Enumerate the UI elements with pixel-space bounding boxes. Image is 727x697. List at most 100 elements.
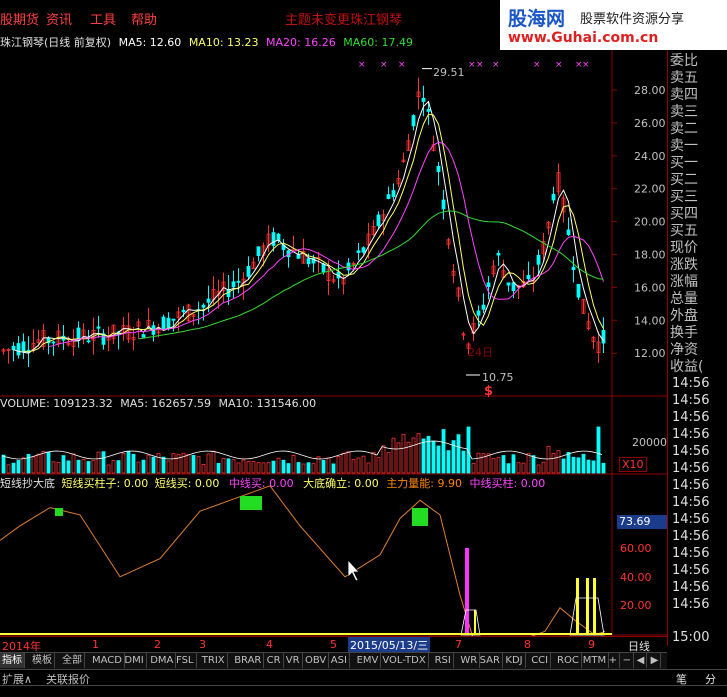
candle-body	[576, 283, 581, 298]
volume-bar	[171, 453, 176, 474]
menu-help[interactable]: 帮助	[131, 9, 157, 28]
tick-time: 14:56	[672, 393, 710, 408]
volume-bar	[46, 452, 51, 474]
bottom-shape	[460, 609, 481, 636]
volume-bar	[476, 452, 481, 474]
volume-bar	[531, 455, 536, 474]
tab-[interactable]: ▶	[649, 653, 662, 668]
volume-bar	[461, 450, 466, 474]
volume-bar	[271, 460, 276, 474]
tab-sar[interactable]: SAR	[478, 653, 503, 668]
buy-signal-block	[55, 508, 63, 516]
ma5-value: MA5: 12.60	[118, 36, 182, 49]
tab-dmi[interactable]: DMI	[122, 653, 147, 668]
volume-bar	[81, 459, 86, 474]
volume-bar	[11, 462, 16, 474]
candle-body	[86, 340, 91, 343]
price-tick-label: 28.00	[634, 84, 666, 97]
volume-bar	[266, 462, 271, 474]
tab-kdj[interactable]: KDJ	[503, 653, 526, 668]
indicator-name: 短线抄大底	[0, 477, 55, 490]
selected-date[interactable]: 2015/05/13/三	[348, 637, 431, 653]
candle-body	[526, 275, 531, 280]
menu-news[interactable]: 资讯	[46, 9, 72, 28]
candle-body	[536, 254, 541, 265]
tab-[interactable]: 模板	[30, 653, 55, 668]
candle-body	[231, 281, 236, 288]
time-label-4: 4	[266, 638, 273, 651]
status-strip	[0, 685, 727, 697]
tick-time: 14:56	[672, 563, 710, 578]
volume-bar	[191, 454, 196, 474]
tab-emv[interactable]: EMV	[355, 653, 382, 668]
tab-voltdx[interactable]: VOL-TDX	[380, 653, 429, 668]
menu-tools[interactable]: 工具	[90, 9, 116, 28]
tab-mtm[interactable]: MTM	[581, 653, 610, 668]
tick-time: 14:56	[672, 478, 710, 493]
banner-url: www.Guhai.com.cn	[508, 30, 659, 46]
volume-bar	[111, 460, 116, 474]
tab-asi[interactable]: ASI	[329, 653, 350, 668]
main-force-bar	[465, 548, 469, 634]
tab-cr[interactable]: CR	[265, 653, 284, 668]
signal-bar	[593, 578, 596, 634]
candle-body	[236, 280, 241, 283]
tab-[interactable]: 全部	[60, 653, 85, 668]
volume-bar	[66, 460, 71, 474]
tick-time: 15:00	[672, 630, 710, 645]
tab-trix[interactable]: TRIX	[200, 653, 228, 668]
tab-roc[interactable]: ROC	[555, 653, 582, 668]
tab-obv[interactable]: OBV	[303, 653, 330, 668]
indicator-header: 短线抄大底 短线买柱子: 0.00 短线买: 0.00 中线买: 0.00 大底…	[0, 475, 545, 491]
volume-bar	[596, 426, 601, 474]
volume-bar	[241, 459, 246, 474]
tab-[interactable]: 指标	[0, 653, 25, 668]
volume-header: VOLUME: 109123.32 MA5: 162657.59 MA10: 1…	[0, 397, 316, 410]
volume-bar	[391, 437, 396, 474]
volume-bar	[471, 462, 476, 474]
volume-bar	[576, 457, 581, 474]
candle-body	[476, 310, 481, 316]
tab-dma[interactable]: DMA	[148, 653, 177, 668]
candle-body	[421, 97, 426, 102]
tab-rsi[interactable]: RSI	[433, 653, 454, 668]
price-tick-label: 12.00	[634, 347, 666, 360]
volume-bar	[201, 463, 206, 474]
banner-logo: 股海网	[508, 8, 566, 30]
volume-bar	[121, 452, 126, 474]
tick-time: 14:56	[672, 512, 710, 527]
tab-vr[interactable]: VR	[284, 653, 303, 668]
tab-[interactable]: +	[607, 653, 620, 668]
indicator-label-3: 中线买: 0.00	[228, 477, 294, 490]
tab-brar[interactable]: BRAR	[232, 653, 265, 668]
quote-label: 收益(	[670, 359, 704, 375]
volume-bar	[126, 450, 131, 474]
volume-bar	[321, 460, 326, 474]
signal-bar	[586, 578, 589, 634]
volume-bar	[166, 460, 171, 474]
tab-macd[interactable]: MACD	[90, 653, 125, 668]
tab-cci[interactable]: CCI	[529, 653, 552, 668]
volume-bar	[306, 462, 311, 474]
ma10-value: MA10: 13.23	[188, 36, 259, 49]
volume-bar	[571, 456, 576, 474]
candle-body	[481, 304, 486, 310]
chart-note: 24日	[468, 346, 493, 359]
chart-area[interactable]: × × × × × × × × × × 28.00 26.00 24.00 22.00 20.00 18.0…	[0, 50, 667, 646]
tab-[interactable]: ◀	[635, 653, 648, 668]
volume-bar	[401, 434, 406, 474]
tab-fsl[interactable]: FSL	[174, 653, 197, 668]
price-tick-label: 14.00	[634, 314, 666, 327]
signal-x-marker: ×	[492, 60, 500, 70]
time-label-1: 1	[92, 638, 99, 651]
indicator-label-4: 大底确立: 0.00	[303, 477, 379, 490]
signal-x-marker: ×	[380, 60, 388, 70]
price-tick-label: 24.00	[634, 150, 666, 163]
low-price-label: 10.75	[482, 371, 514, 384]
volume-bar	[396, 442, 401, 474]
tab-[interactable]: −	[621, 653, 634, 668]
volume-bar	[21, 457, 26, 474]
volume-bar	[276, 457, 281, 474]
volume-bar	[56, 462, 61, 474]
menu-futures[interactable]: 股期货	[0, 9, 39, 28]
